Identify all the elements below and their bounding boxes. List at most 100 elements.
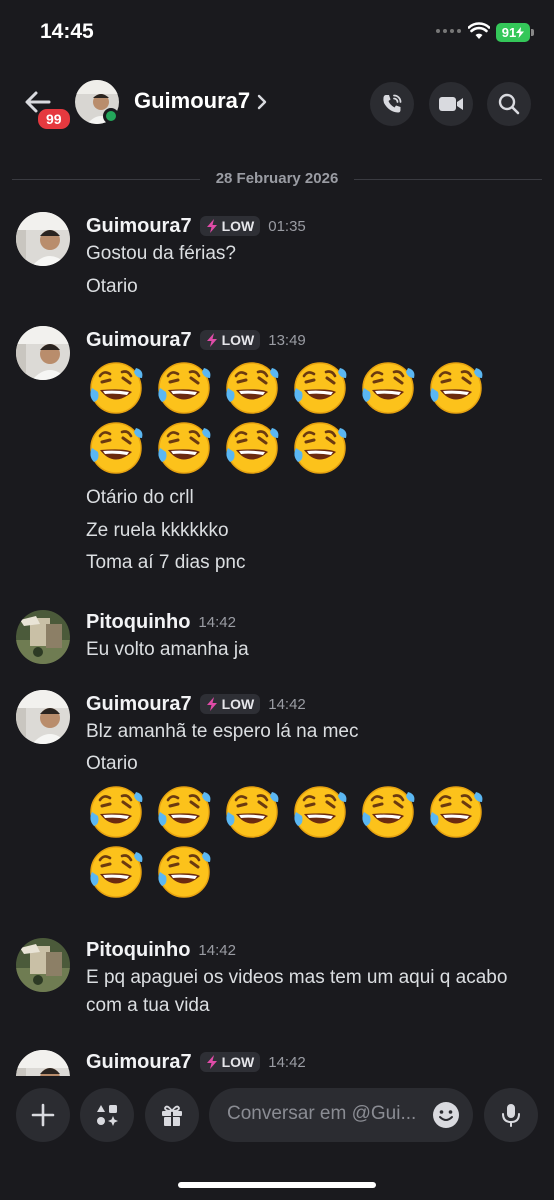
- server-tag-label: LOW: [221, 696, 255, 712]
- rolling-on-floor-laughing-icon: [360, 785, 416, 839]
- voice-call-button[interactable]: [370, 82, 414, 126]
- server-tag[interactable]: LOW: [199, 216, 261, 236]
- avatar[interactable]: [16, 1050, 70, 1076]
- avatar[interactable]: [16, 938, 70, 992]
- message-text: Eu volto amanha ja: [86, 639, 249, 660]
- message-header: Pitoquinho 14:42: [86, 608, 236, 636]
- message-group: Pitoquinho 14:42 E pq apaguei os videos …: [0, 936, 554, 1026]
- message-header: Guimoura7 LOW 01:35: [86, 212, 306, 240]
- server-tag-label: LOW: [221, 1054, 255, 1070]
- emoji-row: [86, 842, 214, 902]
- message-text: E pq apaguei os videos mas tem um aqui q…: [86, 967, 508, 1016]
- timestamp: 14:42: [268, 1053, 306, 1071]
- emoji-picker-icon[interactable]: [431, 1100, 461, 1130]
- home-indicator: [178, 1182, 376, 1188]
- timestamp: 14:42: [198, 941, 236, 959]
- unread-badge: 99: [36, 107, 72, 131]
- server-tag-label: LOW: [221, 218, 255, 234]
- message-group: Guimoura7 LOW 14:42: [0, 1048, 554, 1076]
- rolling-on-floor-laughing-icon: [88, 845, 144, 899]
- video-call-button[interactable]: [429, 82, 473, 126]
- lightning-icon: [206, 219, 217, 233]
- gift-icon: [162, 1105, 182, 1126]
- avatar[interactable]: [16, 326, 70, 380]
- rolling-on-floor-laughing-icon: [156, 845, 212, 899]
- server-tag[interactable]: LOW: [199, 330, 261, 350]
- lightning-icon: [206, 1055, 217, 1069]
- message-input[interactable]: Conversar em @Gui...: [209, 1088, 473, 1142]
- author-name[interactable]: Pitoquinho: [86, 611, 190, 634]
- rolling-on-floor-laughing-icon: [224, 421, 280, 475]
- battery-level: 91: [501, 25, 517, 40]
- rolling-on-floor-laughing-icon: [156, 421, 212, 475]
- timestamp: 01:35: [268, 217, 306, 235]
- rolling-on-floor-laughing-icon: [428, 785, 484, 839]
- lightning-icon: [206, 697, 217, 711]
- rolling-on-floor-laughing-icon: [360, 361, 416, 415]
- message-text: Toma aí 7 dias pnc: [86, 552, 246, 573]
- status-bar: 14:45 91: [0, 0, 554, 64]
- message-text: Blz amanhã te espero lá na mec: [86, 721, 359, 742]
- status-time: 14:45: [40, 20, 94, 43]
- plus-icon: [31, 1103, 55, 1127]
- timestamp: 14:42: [268, 695, 306, 713]
- message-text: Otario: [86, 276, 138, 297]
- timestamp: 14:42: [198, 613, 236, 631]
- avatar[interactable]: [16, 212, 70, 266]
- server-tag-label: LOW: [221, 332, 255, 348]
- message-list[interactable]: Guimoura7 LOW 01:35 Gostou da férias? Ot…: [0, 196, 554, 1076]
- message-group: Guimoura7 LOW 01:35 Gostou da férias? Ot…: [0, 212, 554, 312]
- apps-icon: [97, 1105, 118, 1126]
- rolling-on-floor-laughing-icon: [224, 361, 280, 415]
- avatar[interactable]: [16, 610, 70, 664]
- server-tag[interactable]: LOW: [199, 1052, 261, 1072]
- rolling-on-floor-laughing-icon: [292, 785, 348, 839]
- add-attachment-button[interactable]: [16, 1088, 70, 1142]
- rolling-on-floor-laughing-icon: [156, 785, 212, 839]
- lightning-icon: [206, 333, 217, 347]
- rolling-on-floor-laughing-icon: [88, 361, 144, 415]
- phone-icon: [383, 94, 402, 113]
- rolling-on-floor-laughing-icon: [428, 361, 484, 415]
- message-text: Ze ruela kkkkkko: [86, 520, 229, 541]
- chevron-right-icon[interactable]: [256, 92, 268, 112]
- message-text: Gostou da férias?: [86, 243, 236, 264]
- wifi-icon: [468, 22, 490, 39]
- online-status-dot: [103, 108, 119, 124]
- server-tag[interactable]: LOW: [199, 694, 261, 714]
- chat-header: 99 Guimoura7: [0, 64, 554, 146]
- message-header: Pitoquinho 14:42: [86, 936, 236, 964]
- battery-icon: 91: [496, 23, 530, 42]
- author-name[interactable]: Guimoura7: [86, 693, 192, 716]
- message-group: Guimoura7 LOW 14:42 Blz amanhã te espero…: [0, 690, 554, 920]
- voice-message-button[interactable]: [484, 1088, 538, 1142]
- message-group: Guimoura7 LOW 13:49 Otário do crll Ze ru…: [0, 326, 554, 586]
- rolling-on-floor-laughing-icon: [224, 785, 280, 839]
- emoji-row: [86, 418, 350, 478]
- search-icon: [498, 93, 520, 115]
- author-name[interactable]: Guimoura7: [86, 215, 192, 238]
- header-title[interactable]: Guimoura7: [134, 88, 250, 114]
- rolling-on-floor-laughing-icon: [292, 421, 348, 475]
- search-button[interactable]: [487, 82, 531, 126]
- battery-tip: [531, 29, 534, 36]
- message-input-placeholder: Conversar em @Gui...: [227, 1103, 417, 1124]
- message-header: Guimoura7 LOW 13:49: [86, 326, 306, 354]
- date-divider: 28 February 2026: [12, 168, 542, 190]
- cellular-signal-icon: [436, 29, 461, 33]
- message-group: Pitoquinho 14:42 Eu volto amanha ja: [0, 608, 554, 678]
- author-name[interactable]: Pitoquinho: [86, 939, 190, 962]
- rolling-on-floor-laughing-icon: [292, 361, 348, 415]
- apps-button[interactable]: [80, 1088, 134, 1142]
- author-name[interactable]: Guimoura7: [86, 1051, 192, 1074]
- message-composer: Conversar em @Gui...: [0, 1080, 554, 1200]
- rolling-on-floor-laughing-icon: [156, 361, 212, 415]
- author-name[interactable]: Guimoura7: [86, 329, 192, 352]
- divider-line-right: [354, 179, 542, 180]
- avatar[interactable]: [16, 690, 70, 744]
- gift-button[interactable]: [145, 1088, 199, 1142]
- message-text: Otario: [86, 753, 138, 774]
- rolling-on-floor-laughing-icon: [88, 785, 144, 839]
- message-header: Guimoura7 LOW 14:42: [86, 690, 306, 718]
- emoji-row: [86, 358, 486, 418]
